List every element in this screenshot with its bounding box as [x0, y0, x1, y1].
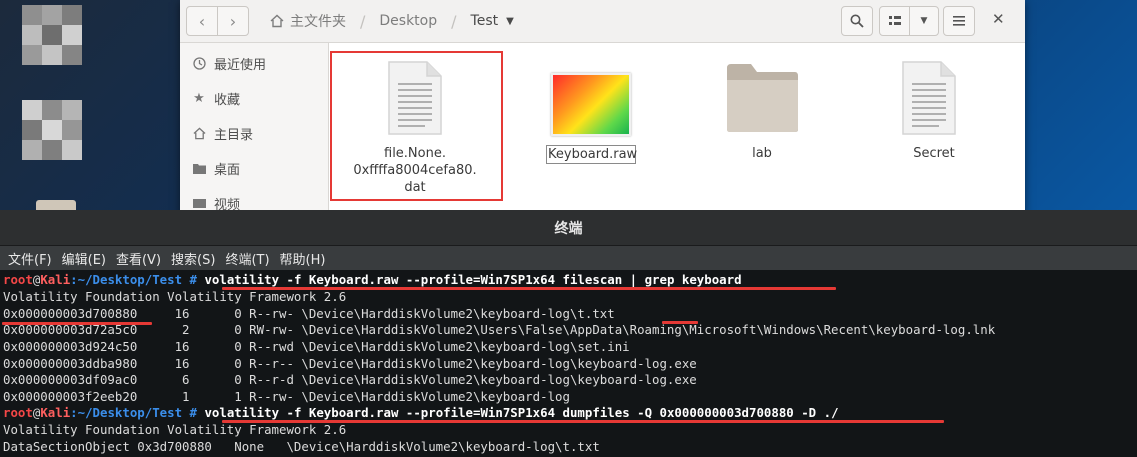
clock-icon [192, 56, 206, 70]
sidebar-item-desktop[interactable]: 桌面 [192, 158, 240, 178]
back-button[interactable]: ‹ [187, 7, 217, 35]
file-label: lab [752, 146, 772, 161]
breadcrumb: 主文件夹 / Desktop / Test ▼ [270, 10, 514, 32]
sidebar-item-starred[interactable]: ★ 收藏 [192, 88, 240, 108]
star-icon: ★ [193, 90, 205, 106]
places-sidebar: 最近使用 ★ 收藏 主目录 桌面 视频 [180, 43, 329, 215]
file-item-keyboard-raw[interactable]: Keyboard.raw [546, 145, 638, 164]
home-icon [270, 14, 284, 28]
breadcrumb-label: Desktop [379, 13, 438, 29]
chevron-down-icon: ▼ [920, 16, 928, 26]
file-manager-header: ‹ › 主文件夹 / Desktop / Test ▼ ▼ ✕ [180, 0, 1025, 43]
menu-button[interactable] [943, 6, 975, 36]
file-label: file.None. [384, 146, 446, 161]
desktop-icon-blurred[interactable] [22, 5, 82, 65]
hamburger-icon [953, 16, 965, 26]
annotation-underline [662, 321, 698, 324]
terminal-menubar: 文件(F) 编辑(E) 查看(V) 搜索(S) 终端(T) 帮助(H) [0, 246, 1137, 270]
nav-buttons: ‹ › [186, 6, 249, 36]
close-window-button[interactable]: ✕ [992, 10, 1005, 28]
sidebar-item-label: 桌面 [214, 162, 241, 178]
sidebar-item-home[interactable]: 主目录 [192, 123, 253, 143]
dropdown-icon: ▼ [506, 15, 514, 27]
folder-icon [192, 161, 206, 175]
file-label: dat [404, 180, 426, 195]
prompt-user: root [3, 405, 33, 420]
desktop-icon-blurred[interactable] [22, 100, 82, 160]
prompt-symbol: # [182, 405, 197, 420]
command-text: volatility -f Keyboard.raw --profile=Win… [196, 405, 839, 420]
annotation-underline [222, 420, 944, 423]
video-icon [192, 196, 206, 210]
breadcrumb-separator: / [360, 11, 366, 31]
chevron-left-icon: ‹ [198, 11, 206, 31]
file-label: Keyboard.raw [546, 145, 638, 164]
file-label: 0xffffa8004cefa80. [353, 163, 477, 178]
folder-icon [727, 64, 798, 132]
file-manager-window: ‹ › 主文件夹 / Desktop / Test ▼ ▼ ✕ 最近使用 ★ 收… [180, 0, 1025, 215]
document-icon [902, 61, 956, 135]
forward-button[interactable]: › [217, 7, 248, 35]
output-line: DataSectionObject 0x3d700880 None \Devic… [3, 439, 600, 454]
breadcrumb-label: 主文件夹 [290, 14, 346, 30]
list-view-icon [888, 16, 901, 25]
menu-file[interactable]: 文件(F) [8, 249, 52, 268]
menu-terminal[interactable]: 终端(T) [225, 249, 269, 268]
command-text: volatility -f Keyboard.raw --profile=Win… [196, 272, 742, 287]
home-icon [192, 126, 206, 140]
output-line: 0x000000003ddba980 16 0 R--r-- \Device\H… [3, 356, 697, 371]
terminal-output[interactable]: root@Kali:~/Desktop/Test # volatility -f… [0, 270, 1137, 457]
menu-search[interactable]: 搜索(S) [171, 249, 215, 268]
search-button[interactable] [841, 6, 873, 36]
prompt-line: root@Kali:~/Desktop/Test # volatility -f… [3, 271, 742, 288]
sidebar-item-label: 最近使用 [214, 57, 267, 73]
terminal-window: 终端 文件(F) 编辑(E) 查看(V) 搜索(S) 终端(T) 帮助(H) r… [0, 210, 1137, 457]
prompt-host: Kali [40, 405, 71, 420]
output-line: 0x000000003f2eeb20 1 1 R--rw- \Device\Ha… [3, 389, 570, 404]
view-toggle-group: ▼ [879, 6, 939, 36]
menu-view[interactable]: 查看(V) [116, 249, 161, 268]
annotation-underline [222, 287, 836, 290]
breadcrumb-test[interactable]: Test ▼ [471, 13, 514, 29]
search-icon [850, 14, 864, 28]
breadcrumb-label: Test [470, 13, 499, 29]
output-line: 0x000000003d700880 16 0 R--rw- \Device\H… [3, 306, 615, 321]
prompt-path: :~/Desktop/Test [70, 405, 183, 420]
prompt-host: Kali [40, 272, 71, 287]
image-thumbnail-icon [551, 73, 631, 136]
chevron-right-icon: › [229, 11, 237, 31]
prompt-symbol: # [182, 272, 197, 287]
annotation-underline [2, 322, 152, 325]
breadcrumb-home[interactable]: 主文件夹 [270, 11, 346, 31]
sidebar-item-label: 收藏 [214, 92, 241, 108]
file-item-dat[interactable]: file.None. 0xffffa8004cefa80. dat [340, 145, 490, 196]
output-line: Volatility Foundation Volatility Framewo… [3, 289, 347, 304]
sidebar-item-recent[interactable]: 最近使用 [192, 53, 266, 73]
file-item-secret[interactable]: Secret [889, 145, 979, 162]
output-line: 0x000000003df09ac0 6 0 R--r-d \Device\Ha… [3, 372, 697, 387]
file-item-lab-folder[interactable]: lab [722, 145, 802, 162]
prompt-user: root [3, 272, 33, 287]
breadcrumb-separator: / [451, 11, 457, 31]
menu-help[interactable]: 帮助(H) [280, 249, 326, 268]
output-line: Volatility Foundation Volatility Framewo… [3, 422, 347, 437]
file-label: Secret [913, 146, 955, 161]
document-icon [388, 61, 442, 135]
prompt-path: :~/Desktop/Test [70, 272, 183, 287]
breadcrumb-desktop[interactable]: Desktop [379, 13, 437, 29]
list-view-button[interactable] [880, 7, 910, 35]
menu-edit[interactable]: 编辑(E) [62, 249, 106, 268]
prompt-line: root@Kali:~/Desktop/Test # volatility -f… [3, 404, 839, 421]
view-options-button[interactable]: ▼ [910, 7, 938, 35]
sidebar-item-label: 主目录 [214, 127, 254, 143]
output-line: 0x000000003d924c50 16 0 R--rwd \Device\H… [3, 339, 630, 354]
terminal-title: 终端 [0, 210, 1137, 246]
